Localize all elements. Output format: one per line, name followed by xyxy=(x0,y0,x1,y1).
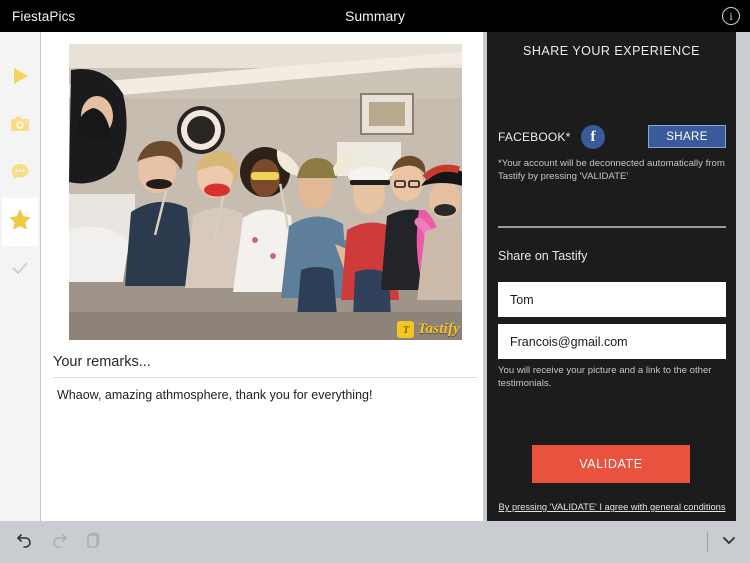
top-bar: FiestaPics Summary i xyxy=(0,0,750,32)
info-glyph: i xyxy=(729,9,733,23)
sidebar-item-camera[interactable] xyxy=(2,102,38,150)
content-panel: T Tastify Your remarks... Whaow, amazing… xyxy=(41,32,483,521)
share-button[interactable]: SHARE xyxy=(648,125,726,148)
remarks-divider xyxy=(53,377,477,378)
general-conditions-link[interactable]: By pressing 'VALIDATE' I agree with gene… xyxy=(497,502,727,512)
collapse-button[interactable] xyxy=(718,531,740,553)
facebook-label: FACEBOOK* xyxy=(498,130,571,144)
sidebar-item-done[interactable] xyxy=(2,246,38,294)
chevron-down-icon xyxy=(719,530,739,555)
app-root: FiestaPics Summary i T Tastify Your rema… xyxy=(0,0,750,563)
facebook-row: FACEBOOK* f SHARE xyxy=(498,125,726,149)
remarks-label: Your remarks... xyxy=(53,354,151,370)
redo-icon xyxy=(49,530,69,555)
tastify-watermark-text: Tastify xyxy=(417,321,460,337)
sidebar-item-chat[interactable] xyxy=(2,150,38,198)
facebook-glyph: f xyxy=(590,128,596,145)
play-icon xyxy=(9,65,31,92)
share-section-divider xyxy=(498,226,726,228)
validate-button[interactable]: VALIDATE xyxy=(532,445,690,483)
tastify-watermark: T Tastify xyxy=(397,321,460,338)
share-panel: SHARE YOUR EXPERIENCE FACEBOOK* f SHARE … xyxy=(487,32,736,521)
check-icon xyxy=(9,257,31,284)
field-note: You will receive your picture and a link… xyxy=(498,365,712,389)
share-on-tastify-label: Share on Tastify xyxy=(498,249,588,263)
email-input[interactable] xyxy=(498,324,726,359)
bottom-toolbar xyxy=(0,521,750,563)
copy-button[interactable] xyxy=(82,531,104,553)
sidebar-item-play[interactable] xyxy=(2,54,38,102)
panel-right-edge xyxy=(736,32,750,521)
undo-icon xyxy=(15,530,35,555)
share-panel-title: SHARE YOUR EXPERIENCE xyxy=(523,44,700,58)
facebook-icon[interactable]: f xyxy=(581,125,605,149)
camera-icon xyxy=(9,113,31,140)
remarks-text[interactable]: Whaow, amazing athmosphere, thank you fo… xyxy=(57,388,372,402)
workspace: T Tastify Your remarks... Whaow, amazing… xyxy=(0,32,750,521)
event-photo[interactable]: T Tastify xyxy=(69,44,462,340)
chat-icon xyxy=(9,161,31,188)
sidebar xyxy=(0,32,40,521)
toolbar-separator xyxy=(707,532,708,552)
copy-icon xyxy=(83,530,103,555)
sidebar-item-summary[interactable] xyxy=(2,198,38,246)
page-title: Summary xyxy=(345,8,405,24)
name-input[interactable] xyxy=(498,282,726,317)
redo-button[interactable] xyxy=(48,531,70,553)
undo-button[interactable] xyxy=(14,531,36,553)
info-icon[interactable]: i xyxy=(722,7,740,25)
facebook-note: *Your account will be deconnected automa… xyxy=(498,158,725,182)
star-icon xyxy=(7,207,33,238)
tastify-badge-icon: T xyxy=(397,321,415,338)
